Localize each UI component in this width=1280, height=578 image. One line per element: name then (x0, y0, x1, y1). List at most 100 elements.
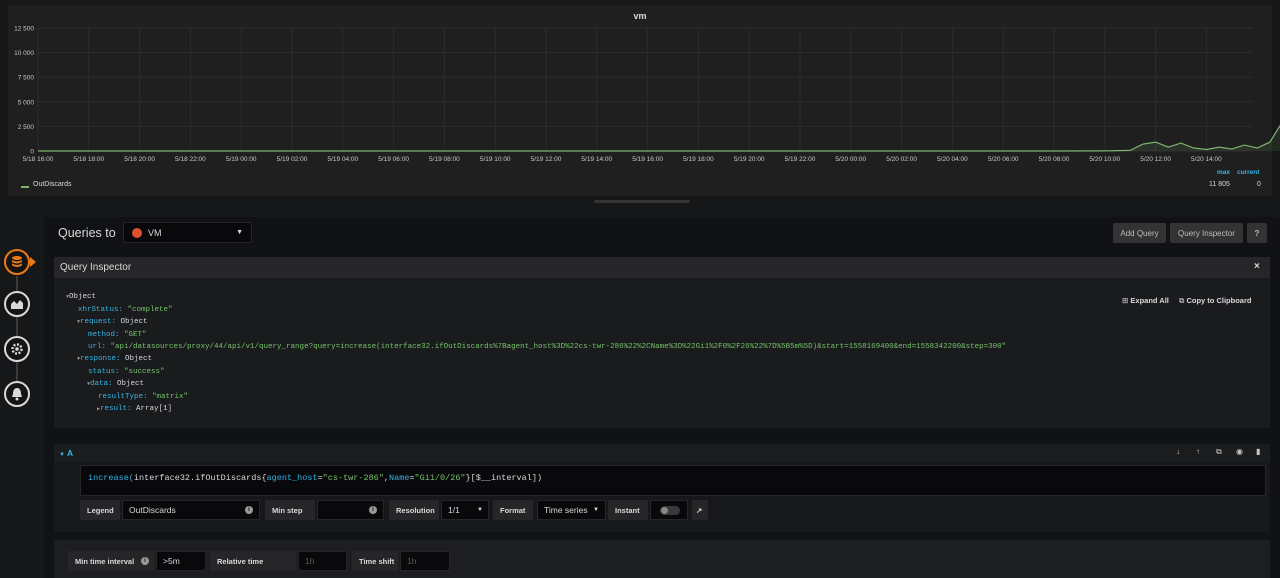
visualization-tab-icon[interactable] (4, 291, 30, 317)
toggle-switch (660, 505, 680, 515)
x-tick-label: 5/18 20:00 (124, 156, 155, 163)
trash-icon[interactable]: ▮ (1256, 447, 1260, 456)
copy-label: Copy to Clipboard (1186, 296, 1252, 305)
x-tick-label: 5/20 00:00 (835, 156, 866, 163)
x-tick-label: 5/19 22:00 (785, 156, 816, 163)
query-row-header[interactable] (54, 444, 1270, 462)
expand-all-label: Expand All (1130, 296, 1169, 305)
caret-down-icon: ▼ (477, 507, 483, 513)
relative-time-input[interactable]: 1h (298, 551, 347, 571)
result-value: Array[1] (136, 405, 173, 413)
info-icon[interactable]: i (141, 557, 149, 565)
tree-status: status: "success" (88, 368, 165, 376)
legend-label: Legend (80, 500, 120, 520)
x-tick-label: 5/20 08:00 (1039, 156, 1070, 163)
help-button[interactable]: ? (1247, 223, 1267, 243)
query-inspector-body (54, 278, 1270, 428)
tree-root[interactable]: ▼Object (66, 293, 96, 301)
instant-toggle[interactable] (650, 500, 688, 520)
gear-icon (11, 343, 23, 355)
datasource-select[interactable]: VM ▼ (123, 222, 252, 243)
add-query-button[interactable]: Add Query (1113, 223, 1166, 243)
y-tick-label: 7 500 (18, 75, 35, 82)
legend-series-name[interactable]: OutDiscards (33, 181, 72, 188)
query-inspector-header (54, 257, 1270, 278)
x-tick-label: 5/19 18:00 (683, 156, 714, 163)
min-time-interval-text: Min time interval (75, 556, 135, 566)
copy-to-clipboard-link[interactable]: ⧉ Copy to Clipboard (1179, 296, 1251, 306)
request-key: request: (80, 318, 117, 326)
response-key: response: (80, 355, 121, 363)
y-tick-label: 2 500 (18, 124, 35, 131)
queries-tab-icon[interactable] (4, 249, 30, 275)
tree-request[interactable]: ▼request: Object (77, 318, 148, 326)
legend-input[interactable]: OutDiscards i (122, 500, 260, 520)
time-shift-input[interactable]: 1h (400, 551, 450, 571)
query-inspector-title: Query Inspector (60, 262, 132, 273)
min-step-label: Min step (265, 500, 315, 520)
min-time-interval-input[interactable]: >5m (156, 551, 206, 571)
x-tick-label: 5/20 06:00 (988, 156, 1019, 163)
x-tick-label: 5/19 12:00 (531, 156, 562, 163)
legend-input-value: OutDiscards (129, 505, 176, 515)
graph-panel: vm 12 500 10 000 7 500 5 000 2 500 0 5/18 16:0… (0, 0, 1280, 199)
status-value: "success" (124, 368, 165, 376)
legend-current-value: 0 (1257, 181, 1261, 188)
format-value: Time series (544, 505, 588, 515)
expand-all-link[interactable]: ⊞ Expand All (1122, 296, 1169, 305)
move-down-icon[interactable]: ↓ (1176, 447, 1180, 456)
data-key: data: (90, 380, 113, 388)
response-value: Object (125, 355, 153, 363)
tree-xhr-status: xhrStatus: "complete" (78, 306, 173, 314)
move-up-icon[interactable]: ↑ (1196, 447, 1200, 456)
info-icon[interactable]: i (369, 506, 377, 514)
tree-data[interactable]: ▼data: Object (87, 380, 144, 388)
query-expression-input[interactable]: increase(interface32.ifOutDiscards{agent… (80, 465, 1266, 496)
database-icon (12, 256, 22, 267)
format-select[interactable]: Time series ▼ (537, 500, 606, 520)
tree-result-type: resultType: "matrix" (98, 393, 188, 401)
resolution-value: 1/1 (448, 505, 460, 515)
x-tick-label: 5/19 20:00 (734, 156, 765, 163)
status-key: status: (88, 368, 120, 376)
chart[interactable]: 12 50010 0007 5005 0002 50005/18 16:00 5/… (0, 0, 1280, 199)
legend-col-max[interactable]: max (1217, 169, 1230, 176)
min-step-input[interactable]: i (317, 500, 384, 520)
info-icon[interactable]: i (245, 506, 253, 514)
alert-tab-icon[interactable] (4, 381, 30, 407)
tree-result[interactable]: ▶result: Array[1] (97, 405, 172, 413)
panel-resize-handle[interactable] (594, 200, 690, 203)
x-tick-label: 5/19 10:00 (480, 156, 511, 163)
result-type-value: "matrix" (152, 393, 189, 401)
query-row-toggle[interactable]: ▼ A (59, 448, 73, 458)
tree-method: method: "GET" (88, 331, 147, 339)
eye-icon[interactable]: ◉ (1236, 447, 1243, 456)
x-tick-label: 5/19 08:00 (429, 156, 460, 163)
chevron-down-icon: ▼ (59, 452, 65, 458)
datasource-logo-icon (132, 228, 142, 238)
min-time-interval-label: Min time interval i (68, 551, 154, 571)
resolution-select[interactable]: 1/1 ▼ (441, 500, 489, 520)
expand-icon: ⊞ (1122, 296, 1129, 305)
data-value: Object (117, 380, 145, 388)
query-inspector-button[interactable]: Query Inspector (1170, 223, 1243, 243)
duplicate-icon[interactable]: ⧉ (1216, 447, 1222, 457)
xhr-status-value: "complete" (127, 306, 173, 314)
expr-label-value: "cs-twr-286" (322, 473, 384, 483)
tree-response[interactable]: ▼response: Object (77, 355, 152, 363)
url-key: url: (88, 343, 107, 351)
x-tick-label: 5/20 02:00 (886, 156, 917, 163)
external-link-icon[interactable]: ↗ (692, 500, 708, 520)
result-type-key: resultType: (98, 393, 148, 401)
x-tick-label: 5/18 16:00 (23, 156, 54, 163)
general-tab-icon[interactable] (4, 336, 30, 362)
xhr-status-key: xhrStatus: (78, 306, 124, 314)
expr-label-key: agent_host (266, 473, 318, 483)
copy-icon: ⧉ (1179, 296, 1185, 305)
tree-url: url: "api/datasources/proxy/44/api/v1/qu… (88, 343, 1006, 351)
x-tick-label: 5/20 10:00 (1089, 156, 1120, 163)
y-tick-label: 10 000 (14, 50, 34, 57)
close-icon[interactable]: × (1254, 261, 1260, 272)
x-tick-label: 5/20 14:00 (1191, 156, 1222, 163)
legend-col-current[interactable]: current (1237, 169, 1259, 176)
